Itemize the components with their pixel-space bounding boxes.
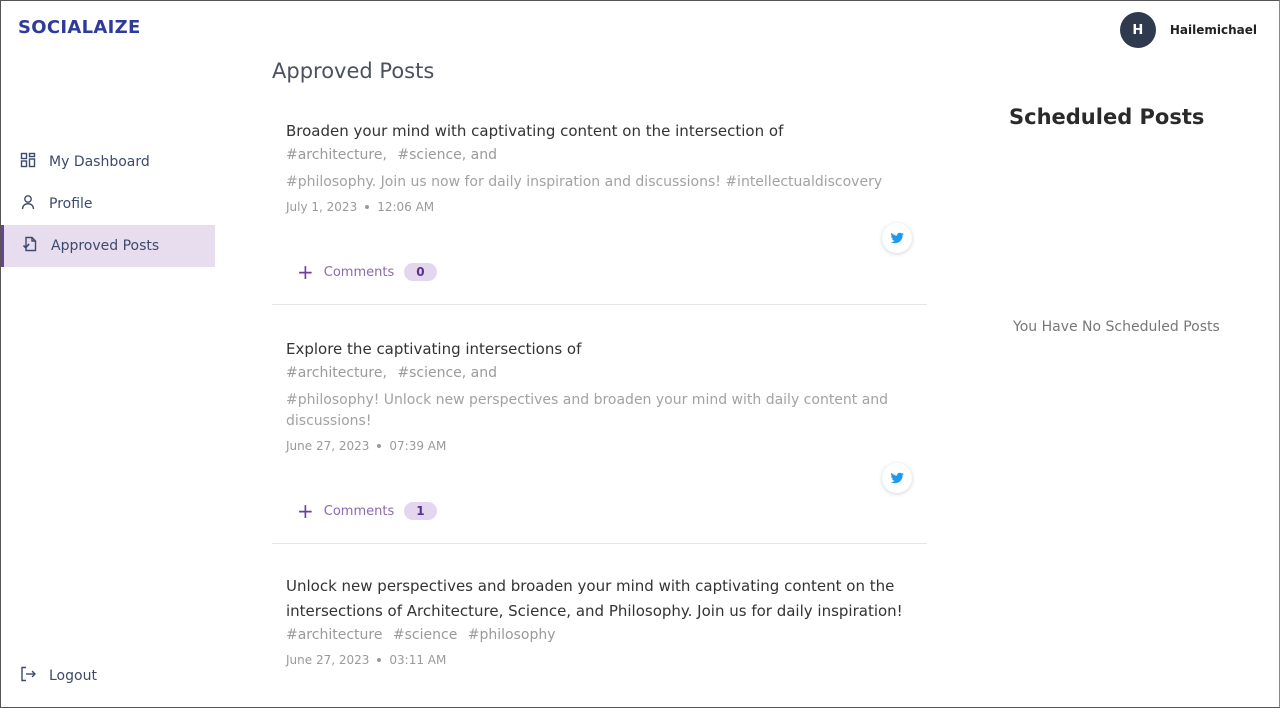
twitter-icon[interactable]	[882, 223, 912, 253]
post-text: Broaden your mind with captivating conte…	[286, 122, 784, 140]
post-text: Explore the captivating intersections of	[286, 340, 582, 358]
post-card: Unlock new perspectives and broaden your…	[272, 544, 927, 667]
app-window: SOCIALAIZE H Hailemichael My Dashboard P…	[0, 0, 1280, 708]
sidebar-item-label: Approved Posts	[51, 238, 160, 254]
hashtag[interactable]: #philosophy	[468, 627, 556, 643]
post-tags: #architecture #science #philosophy	[286, 624, 913, 646]
post-date: July 1, 2023	[286, 200, 358, 214]
separator-dot	[377, 444, 382, 448]
sidebar-item-my-dashboard[interactable]: My Dashboard	[1, 141, 215, 183]
post-time: 03:11 AM	[389, 653, 447, 667]
post-meta: June 27, 2023 03:11 AM	[286, 653, 913, 667]
logout-label: Logout	[49, 668, 97, 684]
username: Hailemichael	[1169, 23, 1257, 37]
page-title: Approved Posts	[272, 59, 435, 83]
hashtag[interactable]: #architecture,	[286, 365, 387, 381]
twitter-icon[interactable]	[882, 463, 912, 493]
logout-button[interactable]: Logout	[20, 666, 97, 686]
plus-icon: +	[297, 260, 314, 284]
hashtag[interactable]: #science, and	[397, 147, 497, 163]
sidebar: My Dashboard Profile Approved Posts	[1, 141, 215, 267]
post-text: Unlock new perspectives and broaden your…	[286, 577, 903, 620]
approved-document-icon	[22, 236, 38, 256]
sidebar-item-label: Profile	[49, 196, 93, 212]
post-meta: July 1, 2023 12:06 AM	[286, 200, 913, 214]
user-menu[interactable]: H Hailemichael	[1119, 12, 1257, 48]
brand-logo[interactable]: SOCIALAIZE	[18, 17, 141, 38]
post-date: June 27, 2023	[286, 653, 370, 667]
post-time: 07:39 AM	[389, 439, 447, 453]
comments-button[interactable]: + Comments 0	[286, 257, 437, 287]
post-body: #philosophy! Unlock new perspectives and…	[286, 392, 889, 429]
avatar[interactable]: H	[1119, 12, 1156, 48]
post-tags: #architecture, #science, and	[286, 362, 913, 384]
person-icon	[20, 194, 36, 214]
post-time: 12:06 AM	[377, 200, 435, 214]
post-meta: June 27, 2023 07:39 AM	[286, 439, 913, 453]
plus-icon: +	[297, 499, 314, 523]
scheduled-posts-title: Scheduled Posts	[1009, 105, 1205, 129]
hashtag[interactable]: #architecture,	[286, 147, 387, 163]
comments-label: Comments	[323, 264, 395, 280]
post-tags: #architecture, #science, and	[286, 144, 913, 166]
comments-count-badge: 0	[404, 263, 437, 281]
sidebar-item-approved-posts[interactable]: Approved Posts	[1, 225, 215, 267]
sidebar-item-label: My Dashboard	[49, 154, 150, 170]
comments-label: Comments	[323, 503, 395, 519]
separator-dot	[365, 205, 370, 209]
separator-dot	[377, 658, 382, 662]
hashtag[interactable]: #science, and	[397, 365, 497, 381]
dashboard-grid-icon	[20, 152, 36, 172]
hashtag[interactable]: #architecture	[286, 627, 382, 643]
post-date: June 27, 2023	[286, 439, 370, 453]
sidebar-item-profile[interactable]: Profile	[1, 183, 215, 225]
logout-icon	[20, 666, 36, 686]
comments-count-badge: 1	[404, 502, 437, 520]
post-card: Explore the captivating intersections of…	[272, 305, 927, 544]
scheduled-empty-message: You Have No Scheduled Posts	[1013, 319, 1220, 335]
comments-button[interactable]: + Comments 1	[286, 496, 437, 526]
post-card: Broaden your mind with captivating conte…	[272, 105, 927, 305]
post-body: #philosophy. Join us now for daily inspi…	[286, 174, 883, 190]
hashtag[interactable]: #science	[393, 627, 457, 643]
approved-posts-list: Broaden your mind with captivating conte…	[272, 105, 927, 667]
